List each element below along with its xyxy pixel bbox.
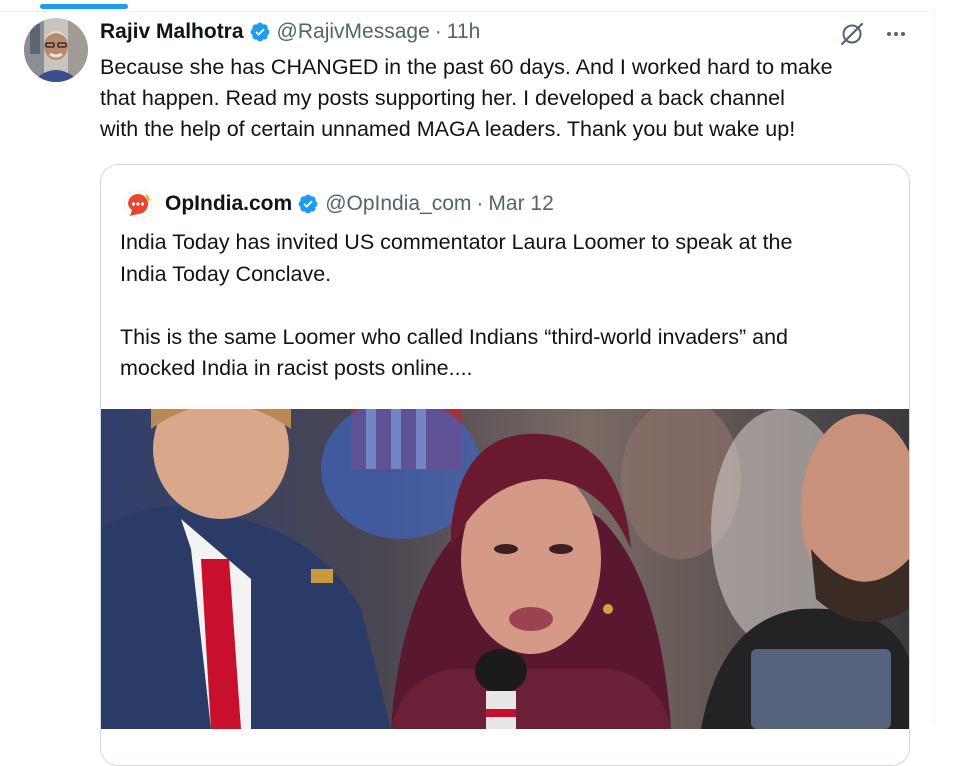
- verified-badge-icon: [297, 193, 319, 215]
- quoted-text-line: This is the same Loomer who called India…: [120, 324, 789, 349]
- avatar[interactable]: [24, 18, 88, 82]
- grok-icon[interactable]: [836, 18, 868, 50]
- quoted-tweet-header: OpIndia.com @OpIndia_com · Mar 12: [123, 189, 554, 219]
- tweet-header: Rajiv Malhotra @RajivMessage · 11h: [100, 18, 480, 46]
- divider: [0, 11, 935, 12]
- tweet-text-line: that happen. Read my posts supporting he…: [100, 86, 785, 110]
- quoted-text-line: India Today Conclave.: [120, 261, 332, 286]
- quoted-author-name[interactable]: OpIndia.com: [165, 192, 292, 216]
- quoted-text-line: India Today has invited US commentator L…: [120, 230, 793, 254]
- quoted-text-line: mocked India in racist posts online....: [120, 356, 473, 380]
- quoted-tweet-image[interactable]: [101, 409, 909, 729]
- quoted-author-handle[interactable]: @OpIndia_com: [325, 192, 471, 216]
- quoted-tweet[interactable]: OpIndia.com @OpIndia_com · Mar 12 India …: [100, 164, 910, 766]
- timestamp[interactable]: 11h: [447, 20, 480, 44]
- author-handle[interactable]: @RajivMessage: [277, 20, 430, 44]
- opindia-logo-icon: [123, 189, 153, 219]
- tweet-text: Because she has CHANGED in the past 60 d…: [100, 52, 930, 145]
- verified-badge-icon: [249, 21, 271, 43]
- author-name[interactable]: Rajiv Malhotra: [100, 20, 244, 44]
- quoted-timestamp[interactable]: Mar 12: [488, 192, 553, 216]
- more-icon[interactable]: [880, 18, 912, 50]
- tweet-text-line: with the help of certain unnamed MAGA le…: [100, 117, 796, 141]
- separator: ·: [434, 20, 442, 43]
- separator: ·: [476, 192, 484, 215]
- tweet-text-line: Because she has CHANGED in the past 60 d…: [100, 55, 833, 79]
- quoted-tweet-text: India Today has invited US commentator L…: [120, 227, 900, 385]
- avatar-image: [24, 18, 88, 82]
- photo: [101, 409, 909, 729]
- active-tab-indicator: [40, 4, 128, 9]
- column-border: [934, 11, 935, 722]
